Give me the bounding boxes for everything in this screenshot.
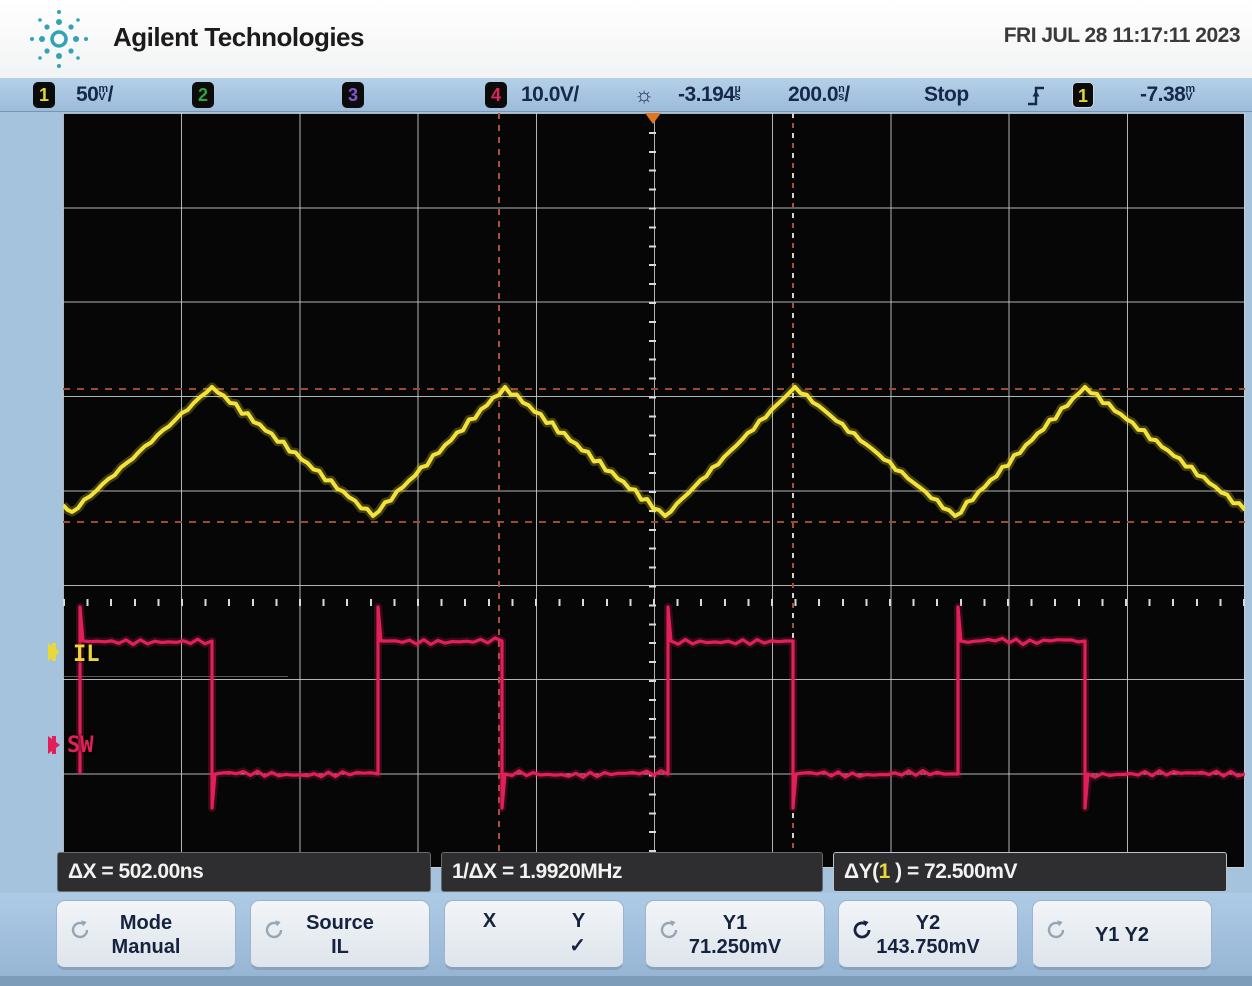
trigger-level: -7.38mV <box>1140 78 1195 112</box>
channel-1-badge[interactable]: 1 <box>33 82 55 108</box>
knob-icon <box>658 919 680 941</box>
acquisition-state: Stop <box>924 78 969 112</box>
knob-icon <box>1045 919 1067 941</box>
channel-2-badge[interactable]: 2 <box>192 82 214 108</box>
knob-icon <box>69 919 91 941</box>
y-option[interactable]: Y <box>572 909 585 933</box>
header: Agilent Technologies FRI JUL 28 11:17:11… <box>0 0 1252 78</box>
delta-x-readout: ΔX = 502.00ns <box>57 852 431 892</box>
knob-icon <box>263 919 285 941</box>
channel-4-label: SW <box>67 733 94 758</box>
softkey-mode[interactable]: Mode Manual <box>56 900 236 970</box>
bezel-strip <box>0 976 1252 986</box>
softkey-y1-y2[interactable]: Y1 Y2 <box>1032 900 1212 970</box>
x-option[interactable]: X <box>483 909 496 933</box>
softkey-y2[interactable]: Y2 143.750mV <box>838 900 1018 970</box>
softkey-y1[interactable]: Y1 71.250mV <box>645 900 825 970</box>
channel-4-ground-marker-icon <box>48 736 60 754</box>
knob-icon-active <box>851 919 873 941</box>
brand-title: Agilent Technologies <box>113 22 364 53</box>
channel-1-scale: 50mV/ <box>76 78 113 112</box>
check-icon: ✓ <box>569 933 586 959</box>
oscilloscope-screen: Agilent Technologies FRI JUL 28 11:17:11… <box>0 0 1252 986</box>
softkey-x-y[interactable]: XY X✓ <box>444 900 624 970</box>
trigger-slope-icon <box>1026 84 1046 107</box>
waveform-display: IL SW <box>63 113 1245 868</box>
agilent-logo-icon <box>28 8 90 70</box>
softkey-bar: Mode Manual Source IL XY X✓ Y1 71.250mV … <box>0 893 1252 986</box>
datetime: FRI JUL 28 11:17:11 2023 <box>1004 24 1240 48</box>
horizontal-delay: -3.194µs <box>678 78 740 112</box>
delta-y-readout: ΔY(1 ) = 72.500mV <box>833 852 1227 892</box>
timebase: 200.0ns/ <box>788 78 850 112</box>
channel-4-scale: 10.0V/ <box>521 78 579 112</box>
channel-4-badge[interactable]: 4 <box>485 82 507 108</box>
channel-3-badge[interactable]: 3 <box>342 82 364 108</box>
channel-1-ground-marker-icon <box>48 643 60 661</box>
softkey-source[interactable]: Source IL <box>250 900 430 970</box>
waveform-traces <box>63 113 1245 868</box>
trigger-source-badge[interactable]: 1 <box>1072 82 1094 108</box>
inverse-delta-x-readout: 1/ΔX = 1.9920MHz <box>441 852 823 892</box>
status-bar: 1 50mV/ 2 3 4 10.0V/ ☼ -3.194µs 200.0ns/… <box>0 78 1252 112</box>
horizontal-position-icon: ☼ <box>634 78 654 112</box>
channel-1-label: IL <box>73 642 100 667</box>
